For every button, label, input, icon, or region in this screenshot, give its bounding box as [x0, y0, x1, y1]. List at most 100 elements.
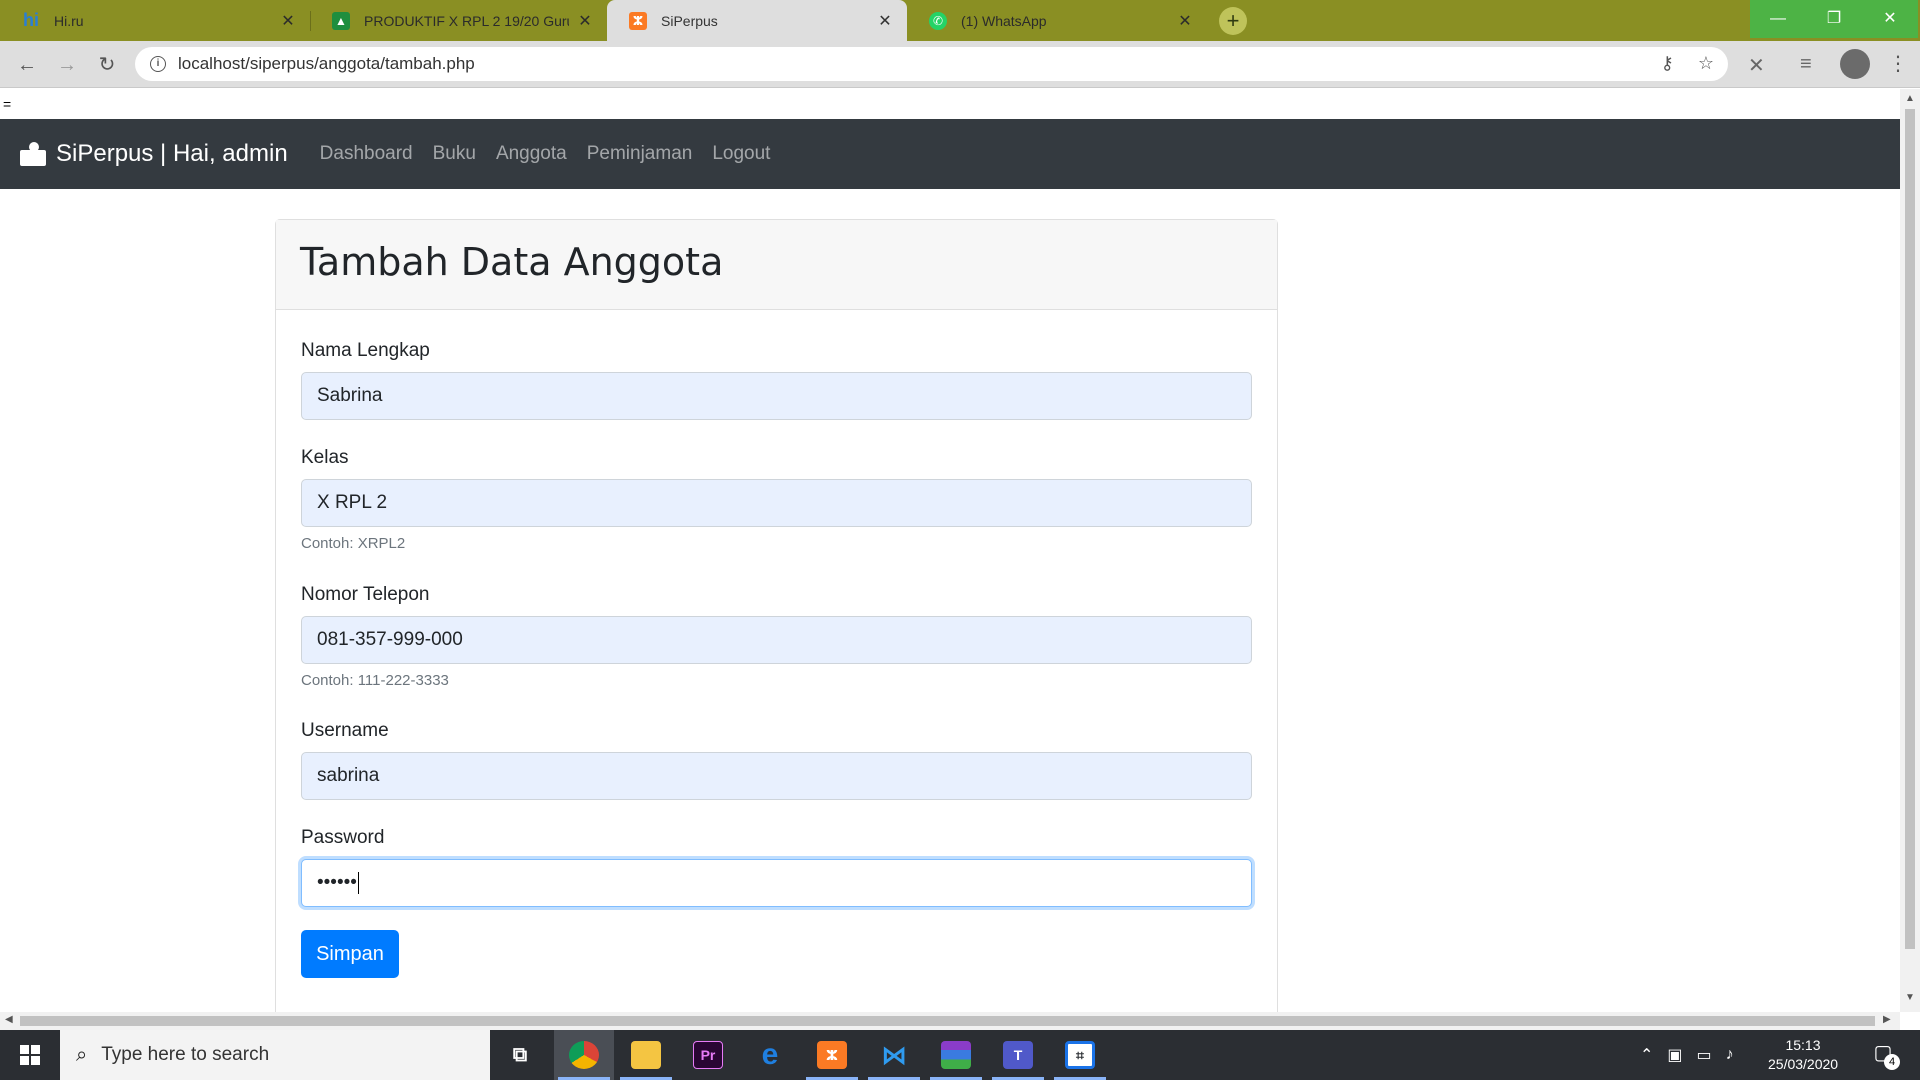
- tab-title: PRODUKTIF X RPL 2 19/20 Guru: [364, 12, 569, 29]
- search-placeholder: Type here to search: [101, 1044, 270, 1065]
- profile-avatar[interactable]: [1840, 49, 1870, 79]
- username-label: Username: [301, 720, 389, 741]
- page-viewport: = SiPerpus | Hai, admin Dashboard Buku A…: [0, 89, 1900, 1012]
- horizontal-scrollbar[interactable]: ◀ ▶: [0, 1012, 1900, 1030]
- search-icon: ⌕: [76, 1043, 88, 1066]
- task-view-icon: ⧉: [512, 1043, 528, 1066]
- brand-text: SiPerpus | Hai, admin: [56, 140, 288, 167]
- scroll-left-arrow-icon[interactable]: ◀: [5, 1014, 13, 1025]
- close-window-button[interactable]: ✕: [1862, 0, 1918, 38]
- taskbar-app-file-explorer[interactable]: [616, 1030, 676, 1080]
- volume-icon[interactable]: ♪: [1726, 1046, 1734, 1064]
- close-tab-icon[interactable]: ✕: [278, 11, 298, 31]
- tab-title: SiPerpus: [661, 12, 718, 29]
- browser-tab-strip: hi Hi.ru ✕ ▲ PRODUKTIF X RPL 2 19/20 Gur…: [0, 0, 1920, 41]
- nav-link-buku[interactable]: Buku: [423, 143, 486, 165]
- username-input[interactable]: sabrina: [301, 752, 1252, 800]
- scroll-up-arrow-icon[interactable]: ▲: [1905, 93, 1915, 104]
- extension-x-icon[interactable]: ✕: [1748, 53, 1765, 78]
- new-tab-button[interactable]: +: [1219, 7, 1247, 35]
- nav-link-peminjaman[interactable]: Peminjaman: [577, 143, 703, 165]
- windows-logo-icon: [20, 1045, 40, 1065]
- navbar: SiPerpus | Hai, admin Dashboard Buku Ang…: [0, 119, 1900, 189]
- bookmark-star-icon[interactable]: ☆: [1698, 53, 1714, 74]
- nama-value: Sabrina: [317, 385, 383, 406]
- close-tab-icon[interactable]: ✕: [1175, 11, 1195, 31]
- library-icon: [20, 142, 46, 166]
- start-button[interactable]: [0, 1030, 60, 1080]
- clock-time: 15:13: [1785, 1037, 1821, 1053]
- nav-link-dashboard[interactable]: Dashboard: [310, 143, 423, 165]
- nav-link-logout[interactable]: Logout: [702, 143, 780, 165]
- scroll-down-arrow-icon[interactable]: ▼: [1905, 992, 1915, 1003]
- telepon-label: Nomor Telepon: [301, 584, 430, 605]
- telepon-help: Contoh: 111-222-3333: [301, 672, 449, 689]
- browser-tab-hiru[interactable]: hi Hi.ru ✕: [0, 0, 310, 41]
- chrome-icon: [569, 1041, 599, 1069]
- url-text[interactable]: localhost/siperpus/anggota/tambah.php: [178, 54, 475, 74]
- nav-link-anggota[interactable]: Anggota: [486, 143, 577, 165]
- scroll-right-arrow-icon[interactable]: ▶: [1883, 1014, 1891, 1025]
- kelas-label: Kelas: [301, 447, 349, 468]
- taskbar-app-snipping[interactable]: ⌗: [1050, 1030, 1110, 1080]
- network-icon[interactable]: ▣: [1667, 1045, 1682, 1065]
- taskbar-app-winrar[interactable]: [926, 1030, 986, 1080]
- back-arrow-icon[interactable]: ←: [13, 51, 41, 79]
- notification-badge: 4: [1884, 1054, 1900, 1070]
- taskbar-clock[interactable]: 15:13 25/03/2020: [1768, 1036, 1838, 1074]
- browser-tab-whatsapp[interactable]: ✆ (1) WhatsApp ✕: [907, 0, 1207, 41]
- address-bar[interactable]: i localhost/siperpus/anggota/tambah.php …: [135, 47, 1728, 81]
- horizontal-scroll-thumb[interactable]: [20, 1016, 1875, 1026]
- taskbar-search-box[interactable]: ⌕ Type here to search: [60, 1030, 490, 1080]
- taskbar-app-teams[interactable]: T: [988, 1030, 1048, 1080]
- nama-label: Nama Lengkap: [301, 340, 430, 361]
- close-tab-icon[interactable]: ✕: [875, 11, 895, 31]
- minimize-window-button[interactable]: —: [1750, 0, 1806, 38]
- navbar-brand[interactable]: SiPerpus | Hai, admin: [20, 140, 288, 168]
- chevron-up-icon[interactable]: ⌃: [1640, 1045, 1653, 1065]
- media-control-icon[interactable]: ≡: [1800, 53, 1812, 76]
- notification-center-button[interactable]: ▢ 4: [1868, 1040, 1900, 1070]
- taskbar-app-premiere[interactable]: Pr: [678, 1030, 738, 1080]
- maximize-window-button[interactable]: ❐: [1806, 0, 1862, 38]
- password-input[interactable]: ••••••: [301, 859, 1252, 907]
- telepon-input[interactable]: 081-357-999-000: [301, 616, 1252, 664]
- taskbar-app-vscode[interactable]: ⋈: [864, 1030, 924, 1080]
- winrar-icon: [941, 1041, 971, 1069]
- vertical-scroll-thumb[interactable]: [1905, 109, 1915, 949]
- system-tray: ⌃ ▣ ▭ ♪: [1640, 1030, 1734, 1080]
- clock-date: 25/03/2020: [1768, 1056, 1839, 1072]
- text-caret: [357, 872, 359, 894]
- username-value: sabrina: [317, 765, 380, 786]
- hiru-favicon-icon: hi: [23, 10, 39, 30]
- browser-tab-siperpus[interactable]: ⵣ SiPerpus ✕: [607, 0, 907, 41]
- browser-tab-produktif[interactable]: ▲ PRODUKTIF X RPL 2 19/20 Guru ✕: [310, 0, 607, 41]
- tab-title: (1) WhatsApp: [961, 12, 1047, 29]
- chrome-menu-icon[interactable]: ⋮: [1888, 51, 1908, 76]
- premiere-pro-icon: Pr: [693, 1041, 723, 1069]
- taskbar-app-chrome[interactable]: [554, 1030, 614, 1080]
- taskbar-app-xampp[interactable]: ⵣ: [802, 1030, 862, 1080]
- kelas-help: Contoh: XRPL2: [301, 535, 406, 552]
- task-view-button[interactable]: ⧉: [490, 1030, 550, 1080]
- teams-icon: T: [1003, 1041, 1033, 1069]
- telepon-value: 081-357-999-000: [317, 629, 463, 650]
- vscode-icon: ⋈: [881, 1039, 907, 1070]
- kelas-input[interactable]: X RPL 2: [301, 479, 1252, 527]
- close-tab-icon[interactable]: ✕: [575, 11, 595, 31]
- xampp-icon: ⵣ: [817, 1041, 847, 1069]
- site-info-icon[interactable]: i: [150, 56, 166, 72]
- password-value: ••••••: [317, 872, 357, 893]
- nama-input[interactable]: Sabrina: [301, 372, 1252, 420]
- taskbar-app-edge[interactable]: e: [740, 1030, 800, 1080]
- battery-icon[interactable]: ▭: [1697, 1045, 1712, 1065]
- reload-icon[interactable]: ↻: [93, 51, 121, 79]
- key-icon[interactable]: ⚷: [1661, 53, 1674, 74]
- classroom-favicon-icon: ▲: [332, 11, 350, 30]
- password-label: Password: [301, 827, 385, 848]
- whatsapp-favicon-icon: ✆: [929, 11, 947, 30]
- simpan-button[interactable]: Simpan: [301, 930, 399, 978]
- forward-arrow-icon[interactable]: →: [53, 51, 81, 79]
- page-title: Tambah Data Anggota: [300, 240, 724, 284]
- vertical-scrollbar[interactable]: ▲ ▼: [1900, 89, 1920, 1012]
